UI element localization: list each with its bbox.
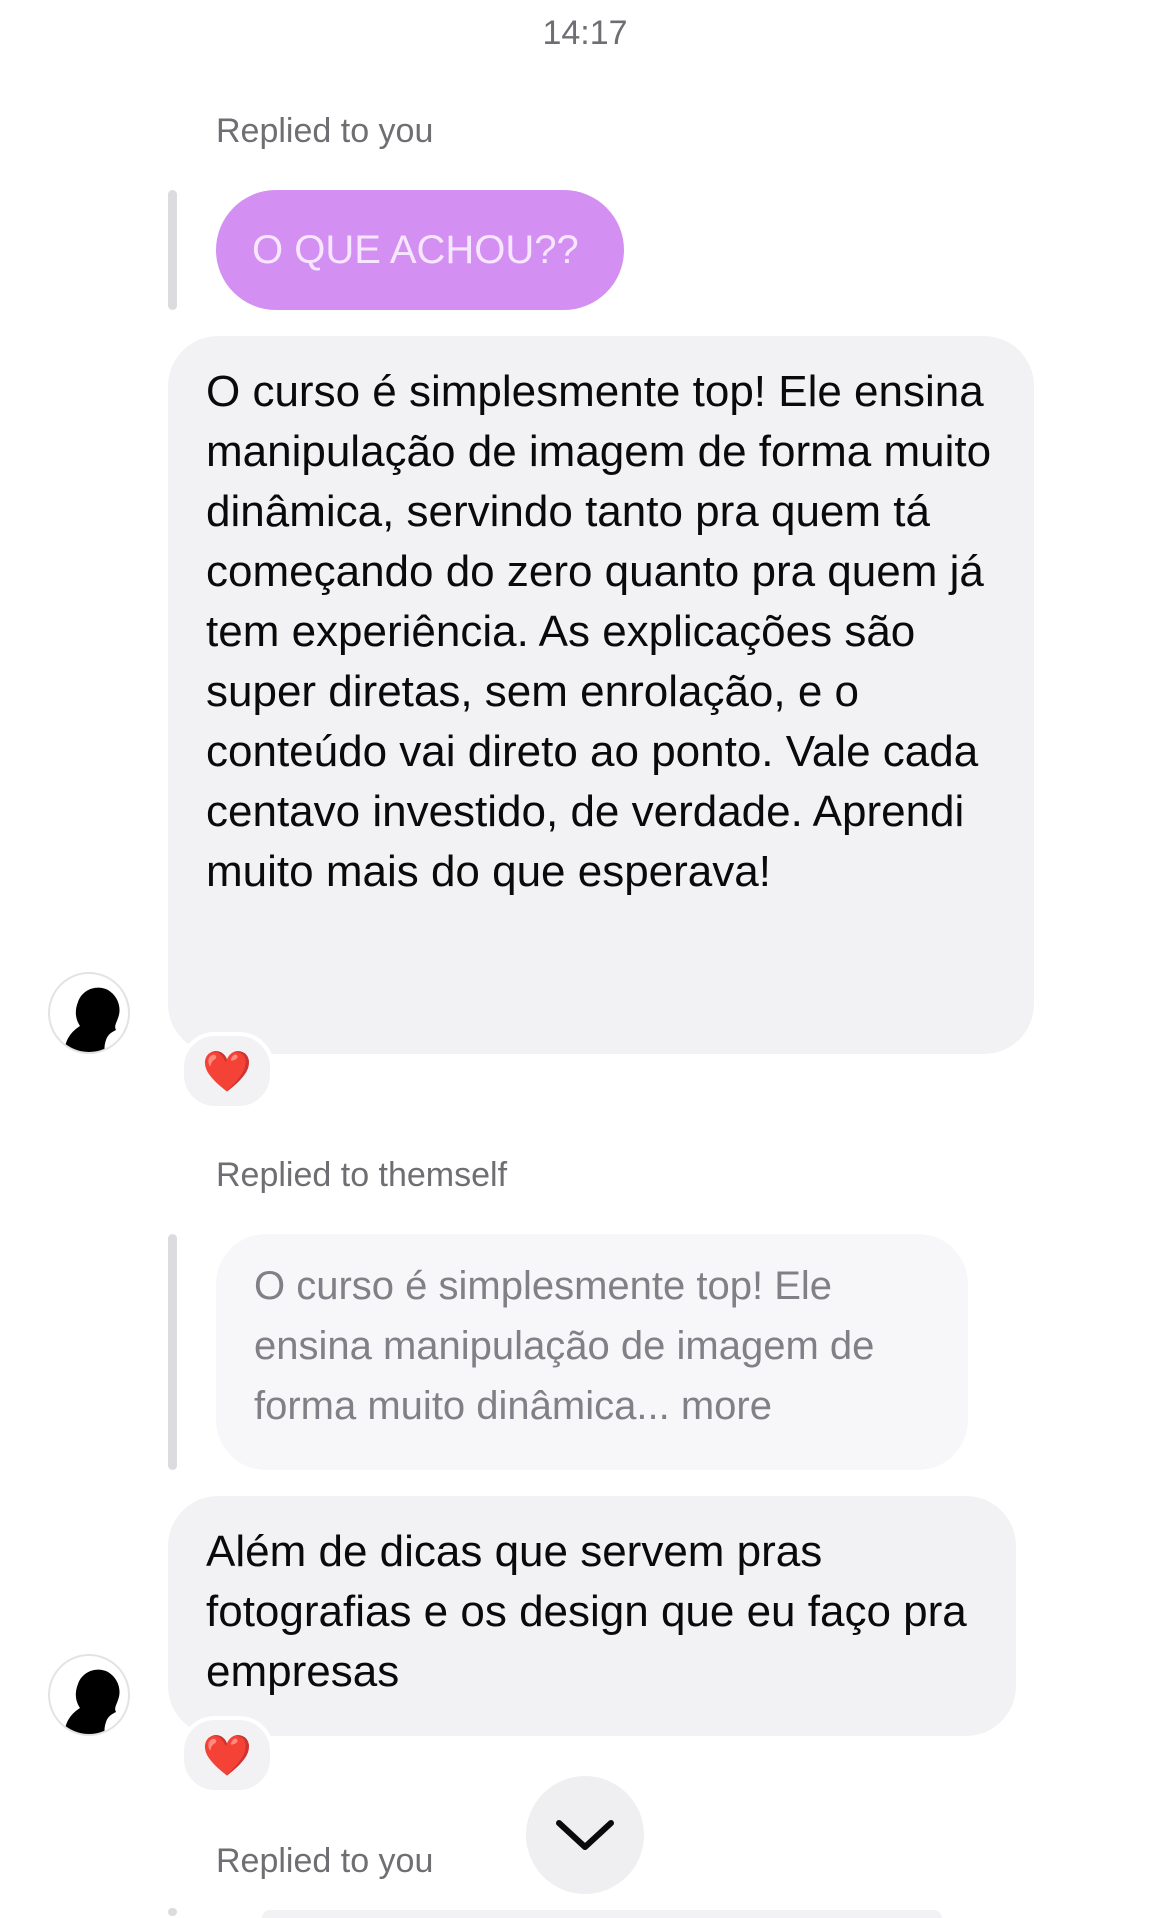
reply-bar	[168, 190, 177, 310]
quoted-message[interactable]: O QUE ACHOU??	[216, 190, 624, 310]
heart-icon: ❤️	[202, 1733, 252, 1778]
heart-reaction[interactable]: ❤️	[180, 1032, 274, 1110]
message-text: Além de dicas que servem pras fotografia…	[206, 1527, 967, 1696]
heart-reaction[interactable]: ❤️	[180, 1716, 274, 1794]
quoted-message-text: O curso é simplesmente top! Ele ensina m…	[254, 1264, 875, 1428]
reply-label: Replied to themself	[216, 1156, 508, 1194]
message-text: O curso é simplesmente top! Ele ensina m…	[206, 367, 992, 896]
quoted-message[interactable]: O curso é simplesmente top! Ele ensina m…	[216, 1234, 968, 1470]
avatar[interactable]	[48, 972, 130, 1054]
message-bubble[interactable]: O curso é simplesmente top! Ele ensina m…	[168, 336, 1034, 1054]
reply-bar	[168, 1234, 177, 1470]
avatar[interactable]	[48, 1654, 130, 1736]
scroll-down-button[interactable]	[526, 1776, 644, 1894]
heart-icon: ❤️	[202, 1049, 252, 1094]
chevron-down-icon	[556, 1820, 614, 1850]
avatar-silhouette-icon	[64, 1669, 120, 1734]
avatar-silhouette-icon	[64, 987, 120, 1052]
reply-label: Replied to you	[216, 112, 434, 150]
quoted-message-text: O QUE ACHOU??	[252, 227, 579, 272]
reply-label: Replied to you	[216, 1842, 434, 1880]
quoted-message[interactable]	[262, 1910, 942, 1918]
message-bubble[interactable]: Além de dicas que servem pras fotografia…	[168, 1496, 1016, 1736]
timestamp: 14:17	[542, 14, 628, 52]
reply-bar	[168, 1908, 177, 1916]
